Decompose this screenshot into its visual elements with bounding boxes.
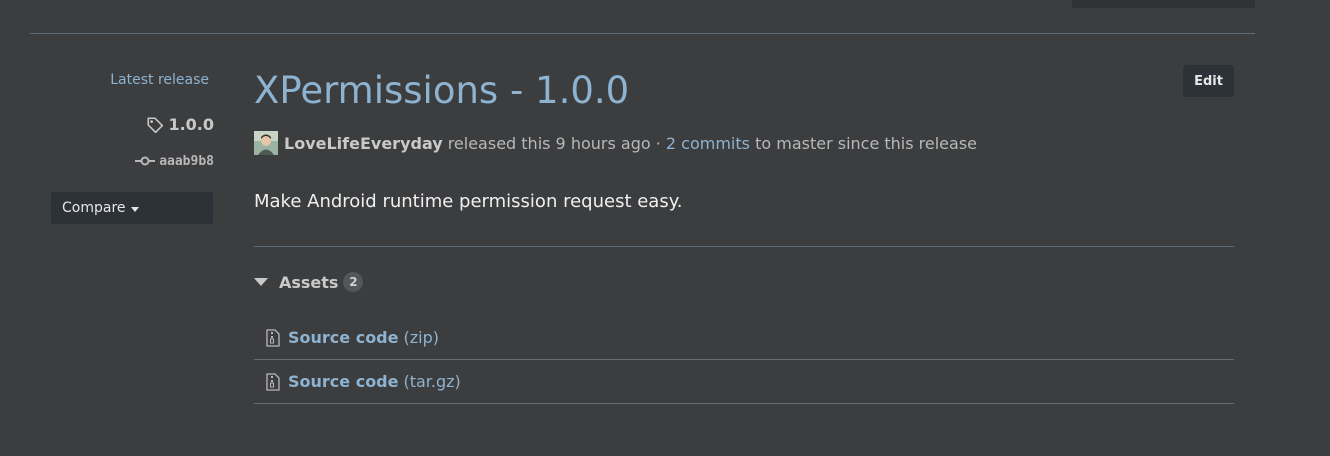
avatar[interactable] [254,131,284,155]
commit-sha: aaab9b8 [159,154,214,169]
assets-count-badge: 2 [343,272,364,292]
assets-label: Assets [279,272,339,292]
release-commit[interactable]: aaab9b8 [135,152,214,171]
asset-name: Source code [288,328,399,347]
tag-name: 1.0.0 [168,115,214,134]
release-tag[interactable]: 1.0.0 [146,115,214,134]
edit-button[interactable]: Edit [1183,65,1234,97]
commits-link[interactable]: 2 commits [666,134,750,153]
header-divider [30,33,1255,34]
file-zip-icon [265,372,288,391]
latest-release-label: Latest release [110,72,209,88]
since-text: to master since this release [755,133,978,153]
top-tab-edge [1072,0,1255,8]
file-zip-icon [265,328,288,347]
author-link[interactable]: LoveLifeEveryday [284,134,443,153]
asset-ext: (zip) [403,328,439,347]
released-text: released this 9 hours ago · [447,133,661,153]
assets-toggle[interactable]: Assets 2 [254,272,364,292]
tag-icon [146,116,164,134]
triangle-down-icon [254,278,268,286]
asset-row-zip[interactable]: Source code (zip) [254,316,1234,360]
asset-list: Source code (zip) Source code (tar.gz) [254,316,1234,404]
description-divider [254,246,1234,247]
asset-row-targz[interactable]: Source code (tar.gz) [254,360,1234,404]
compare-button[interactable]: Compare [51,192,213,224]
commit-icon [135,152,156,171]
asset-name: Source code [288,372,399,391]
release-meta: LoveLifeEveryday released this 9 hours a… [254,131,977,155]
caret-down-icon [130,206,139,212]
release-title[interactable]: XPermissions - 1.0.0 [254,72,629,109]
asset-ext: (tar.gz) [403,372,461,391]
compare-label: Compare [62,200,126,216]
release-description: Make Android runtime permission request … [254,191,683,212]
